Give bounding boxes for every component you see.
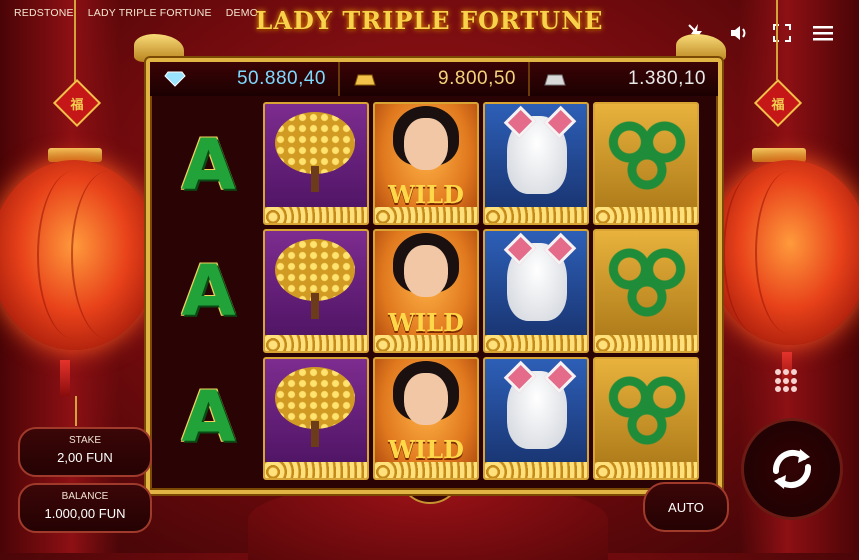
- diamond-icon: [164, 71, 186, 87]
- stake-panel[interactable]: STAKE 2,00 FUN: [18, 427, 152, 477]
- left-tassel-cord: [75, 396, 77, 426]
- jackpot-diamond: 50.880,40: [150, 62, 338, 96]
- silver-bar-icon: [544, 74, 566, 86]
- stake-label: STAKE: [68, 435, 102, 446]
- symbol-wild: WILD: [373, 102, 479, 226]
- symbol-green-knot: [593, 229, 699, 353]
- jackpot-gold-value: 9.800,50: [438, 68, 516, 89]
- symbol-a: A: [181, 376, 236, 458]
- symbol-green-knot: [593, 356, 699, 480]
- right-lantern: [710, 160, 859, 345]
- auto-button[interactable]: AUTO: [643, 482, 729, 532]
- symbol-money-tree: [263, 102, 369, 226]
- symbol-wild: WILD: [373, 229, 479, 353]
- jackpot-silver: 1.380,10: [528, 62, 718, 96]
- left-lantern: [0, 160, 158, 350]
- reel-2: [263, 102, 369, 480]
- reel-5: [593, 102, 699, 480]
- symbol-lucky-cat: [483, 356, 589, 480]
- reel-4: [483, 102, 589, 480]
- spin-arrows-icon: [772, 449, 812, 489]
- balance-panel: BALANCE 1.000,00 FUN: [18, 483, 152, 533]
- gold-bar-icon: [354, 74, 376, 86]
- jackpot-gold: 9.800,50: [338, 62, 528, 96]
- symbol-lucky-cat: [483, 102, 589, 226]
- reel-1: A A A: [158, 102, 259, 480]
- left-lantern-rope: [74, 0, 76, 90]
- fullscreen-icon[interactable]: [771, 22, 793, 44]
- speaker-icon[interactable]: [728, 22, 750, 44]
- right-lantern-rope: [776, 0, 778, 80]
- balance-label: BALANCE: [61, 491, 109, 502]
- symbol-lucky-cat: [483, 229, 589, 353]
- reels: A A A WILD WILD WILD: [158, 102, 706, 480]
- symbol-a: A: [181, 250, 236, 332]
- jackpot-bar: 50.880,40 9.800,50 1.380,10: [150, 62, 718, 96]
- balance-value: 1.000,00 FUN: [44, 506, 126, 521]
- grid-dots-icon[interactable]: [775, 369, 799, 393]
- reel-frame: 50.880,40 9.800,50 1.380,10 A A A WILD W…: [146, 58, 722, 494]
- jackpot-diamond-value: 50.880,40: [236, 68, 326, 89]
- stake-value: 2,00 FUN: [57, 450, 113, 465]
- hamburger-menu-icon[interactable]: [812, 22, 834, 44]
- symbol-green-knot: [593, 102, 699, 226]
- reel-3: WILD WILD WILD: [373, 102, 479, 480]
- spin-button[interactable]: [741, 418, 843, 520]
- symbol-a: A: [181, 124, 236, 206]
- symbol-money-tree: [263, 356, 369, 480]
- symbol-wild: WILD: [373, 356, 479, 480]
- left-lantern-tassel: [60, 360, 70, 396]
- jackpot-silver-value: 1.380,10: [628, 68, 706, 89]
- symbol-money-tree: [263, 229, 369, 353]
